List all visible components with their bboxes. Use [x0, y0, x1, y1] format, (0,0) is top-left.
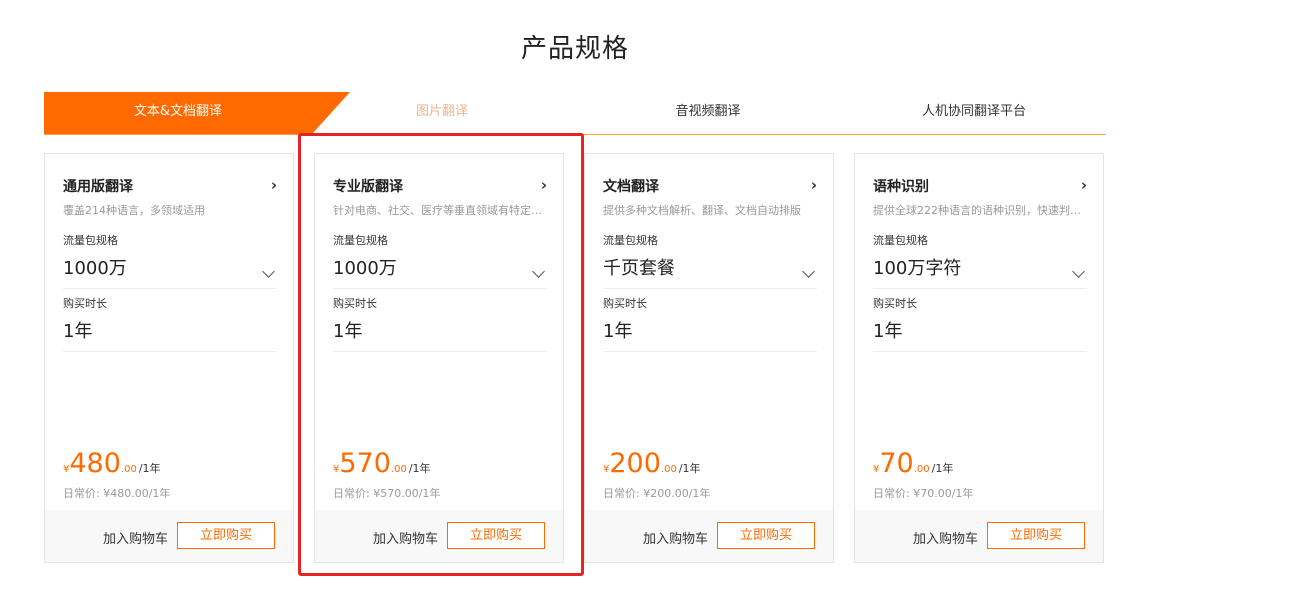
regular-price: 日常价: ¥480.00/1年	[63, 487, 171, 500]
add-to-cart-button[interactable]: 加入购物车	[913, 528, 978, 547]
tab-label: 文本&文档翻译	[133, 104, 223, 119]
card-description: 提供多种文档解析、翻译、文档自动排版	[603, 204, 801, 217]
buy-now-button[interactable]: 立即购买	[177, 522, 275, 549]
chevron-right-icon[interactable]: ›	[541, 176, 547, 194]
duration-value: 1年	[333, 321, 363, 342]
tab-label: 音视频翻译	[675, 104, 741, 119]
add-to-cart-button[interactable]: 加入购物车	[373, 528, 438, 547]
price: ¥480.00/1年	[63, 448, 161, 479]
duration-label: 购买时长	[603, 297, 647, 310]
regular-price: 日常价: ¥200.00/1年	[603, 487, 711, 500]
card-description: 提供全球222种语言的语种识别，快速判断文本语种	[873, 204, 1087, 217]
spec-select[interactable]: 流量包规格 100万字符	[873, 232, 1087, 289]
duration-value: 1年	[63, 321, 93, 342]
tab-label: 图片翻译	[415, 104, 468, 119]
card-header: 通用版翻译 › 覆盖214种语言，多领域适用	[63, 176, 277, 218]
price-integer: 70	[879, 448, 914, 479]
price-unit: /1年	[678, 462, 701, 475]
duration-field: 购买时长 1年	[333, 295, 547, 352]
chevron-right-icon[interactable]: ›	[1081, 176, 1087, 194]
buy-now-button[interactable]: 立即购买	[987, 522, 1085, 549]
spec-value: 1000万	[333, 258, 397, 279]
price-unit: /1年	[138, 462, 161, 475]
add-to-cart-button[interactable]: 加入购物车	[103, 528, 168, 547]
spec-select[interactable]: 流量包规格 1000万	[63, 232, 277, 289]
spec-select[interactable]: 流量包规格 千页套餐	[603, 232, 817, 289]
page-title: 产品规格	[520, 34, 629, 64]
spec-value: 100万字符	[873, 258, 962, 279]
spec-label: 流量包规格	[603, 234, 658, 247]
card-footer: 加入购物车 立即购买	[315, 510, 563, 562]
price-cents: .00	[390, 464, 407, 475]
card-header: 专业版翻译 › 针对电商、社交、医疗等垂直领域有特定优化	[333, 176, 547, 218]
price-unit: /1年	[408, 462, 431, 475]
duration-label: 购买时长	[873, 297, 917, 310]
chevron-right-icon[interactable]: ›	[271, 176, 277, 194]
card-header: 文档翻译 › 提供多种文档解析、翻译、文档自动排版	[603, 176, 817, 218]
tab-text-document-translation[interactable]: 文本&文档翻译	[44, 92, 350, 134]
card-title: 语种识别	[873, 179, 929, 195]
price-integer: 200	[609, 448, 661, 479]
card-footer: 加入购物车 立即购买	[45, 510, 293, 562]
duration-value: 1年	[603, 321, 633, 342]
spec-label: 流量包规格	[63, 234, 118, 247]
duration-field: 购买时长 1年	[603, 295, 817, 352]
spec-select[interactable]: 流量包规格 1000万	[333, 232, 547, 289]
duration-label: 购买时长	[63, 297, 107, 310]
duration-value: 1年	[873, 321, 903, 342]
product-card-language-detection: 语种识别 › 提供全球222种语言的语种识别，快速判断文本语种 流量包规格 10…	[854, 153, 1104, 563]
price-integer: 570	[339, 448, 391, 479]
spec-value: 1000万	[63, 258, 127, 279]
price: ¥200.00/1年	[603, 448, 701, 479]
duration-field: 购买时长 1年	[873, 295, 1087, 352]
duration-label: 购买时长	[333, 297, 377, 310]
tab-audio-video-translation[interactable]: 音视频翻译	[610, 92, 806, 134]
spec-label: 流量包规格	[333, 234, 388, 247]
product-tabs: 文本&文档翻译 图片翻译 音视频翻译 人机协同翻译平台	[44, 92, 1106, 135]
buy-now-button[interactable]: 立即购买	[717, 522, 815, 549]
price-integer: 480	[69, 448, 121, 479]
price: ¥570.00/1年	[333, 448, 431, 479]
spec-value: 千页套餐	[603, 258, 675, 279]
chevron-right-icon[interactable]: ›	[811, 176, 817, 194]
price-cents: .00	[120, 464, 137, 475]
card-description: 覆盖214种语言，多领域适用	[63, 204, 205, 217]
product-card-document: 文档翻译 › 提供多种文档解析、翻译、文档自动排版 流量包规格 千页套餐 购买时…	[584, 153, 834, 563]
tab-label: 人机协同翻译平台	[921, 104, 1026, 119]
regular-price: 日常价: ¥70.00/1年	[873, 487, 974, 500]
add-to-cart-button[interactable]: 加入购物车	[643, 528, 708, 547]
buy-now-button[interactable]: 立即购买	[447, 522, 545, 549]
product-card-professional: 专业版翻译 › 针对电商、社交、医疗等垂直领域有特定优化 流量包规格 1000万…	[314, 153, 564, 563]
card-header: 语种识别 › 提供全球222种语言的语种识别，快速判断文本语种	[873, 176, 1087, 218]
card-footer: 加入购物车 立即购买	[855, 510, 1103, 562]
tab-human-machine-platform[interactable]: 人机协同翻译平台	[876, 92, 1072, 134]
card-title: 专业版翻译	[333, 179, 403, 195]
duration-field: 购买时长 1年	[63, 295, 277, 352]
card-description: 针对电商、社交、医疗等垂直领域有特定优化	[333, 204, 547, 217]
card-footer: 加入购物车 立即购买	[585, 510, 833, 562]
price-cents: .00	[660, 464, 677, 475]
card-title: 文档翻译	[603, 179, 659, 195]
product-card-general: 通用版翻译 › 覆盖214种语言，多领域适用 流量包规格 1000万 购买时长 …	[44, 153, 294, 563]
card-title: 通用版翻译	[63, 179, 133, 195]
regular-price: 日常价: ¥570.00/1年	[333, 487, 441, 500]
price-cents: .00	[913, 464, 930, 475]
price-unit: /1年	[931, 462, 954, 475]
tab-image-translation[interactable]: 图片翻译	[344, 92, 540, 134]
price: ¥70.00/1年	[873, 448, 953, 479]
spec-label: 流量包规格	[873, 234, 928, 247]
